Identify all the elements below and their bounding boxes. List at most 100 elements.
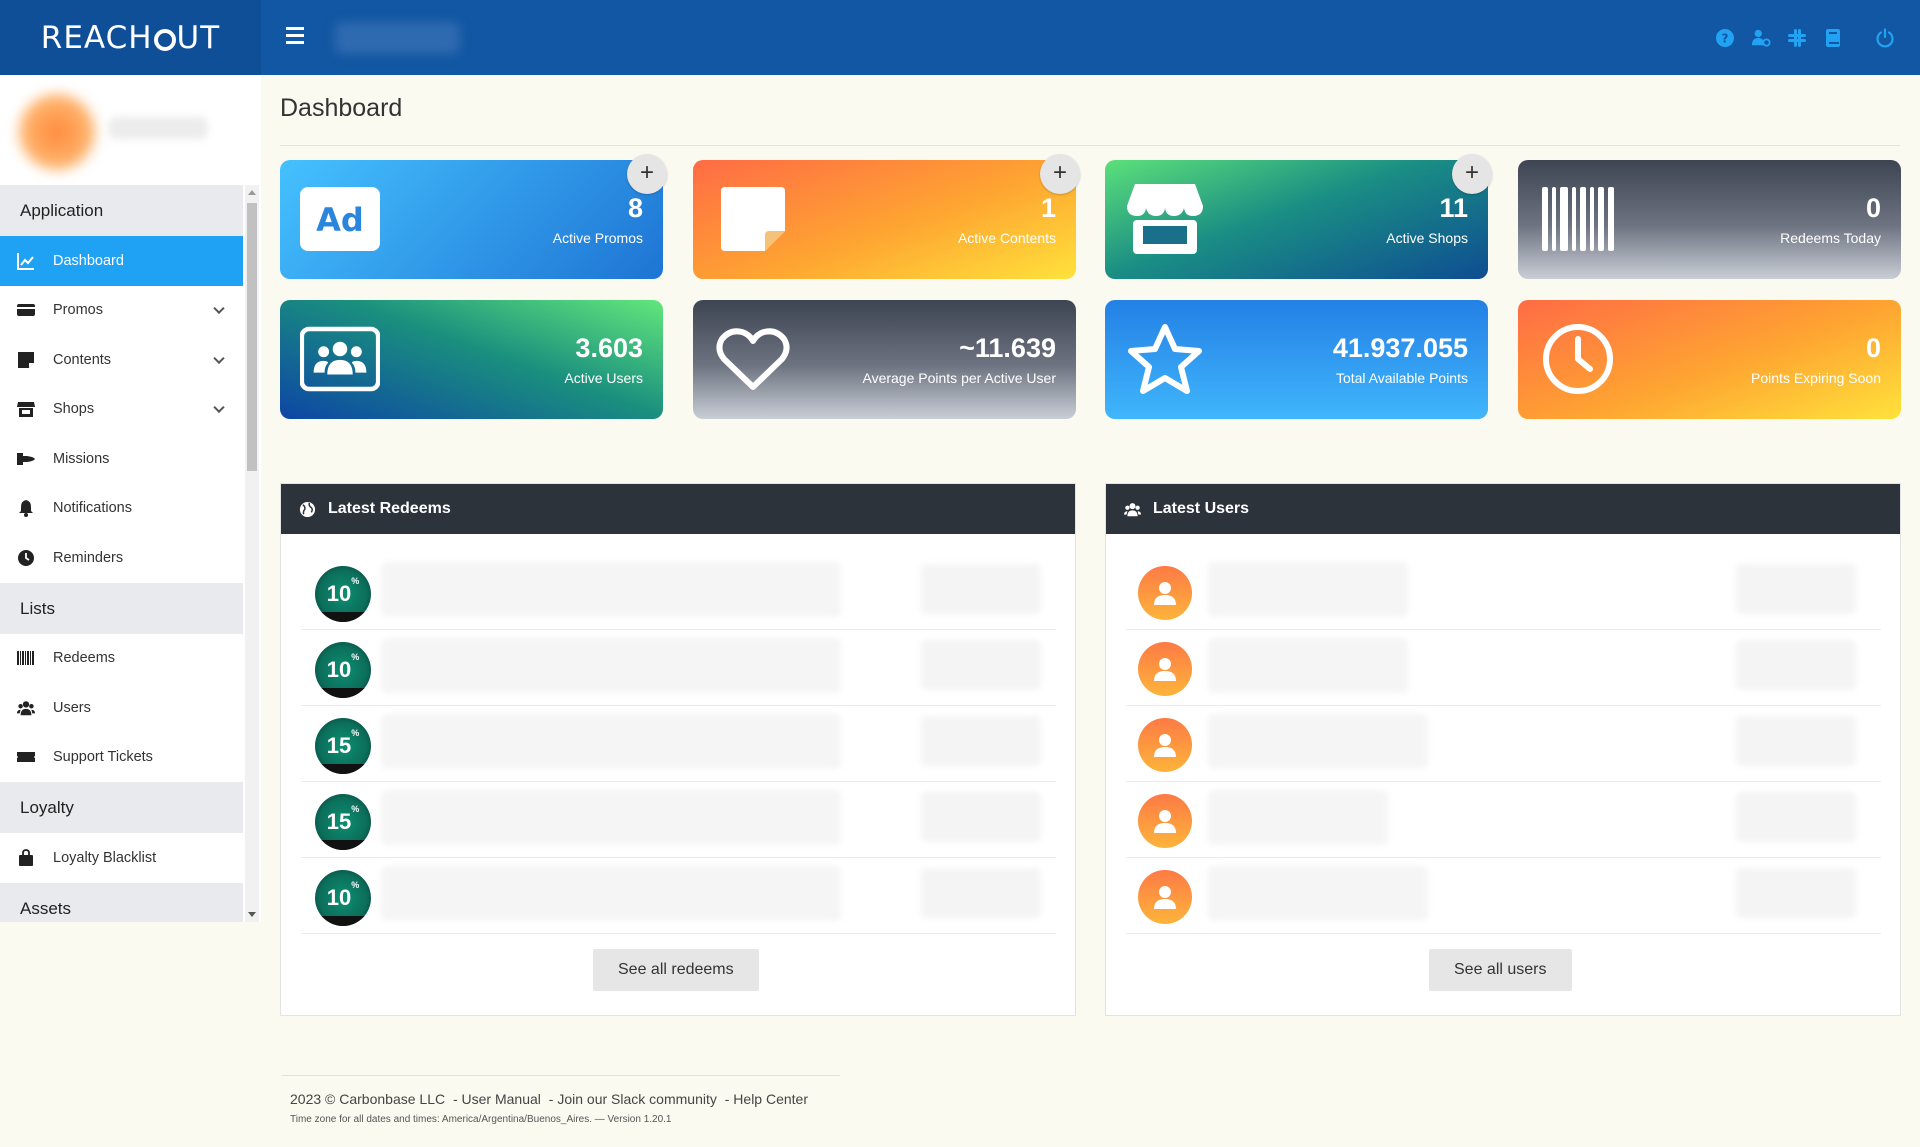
star-icon [1125,324,1205,394]
sidebar-item-redeems[interactable]: Redeems [0,634,243,684]
sidebar-item-loyalty-blacklist[interactable]: Loyalty Blacklist [0,833,243,883]
topbar-actions: ? [1700,0,1920,75]
users-icon [300,324,380,394]
sidebar-item-dashboard[interactable]: Dashboard [0,236,243,286]
list-item[interactable] [1126,858,1881,934]
coupon-discount: 10 [326,657,352,682]
brand-text-right: UT [176,19,221,56]
user-details [1208,638,1408,693]
stat-card-active-contents[interactable]: 1 Active Contents + [693,154,1080,279]
stat-label: Active Contents [957,230,1056,246]
section-lists: Lists [0,582,243,634]
bell-icon [16,499,36,518]
redeem-details [381,866,841,921]
footer-link-help-center[interactable]: - Help Center [725,1091,808,1107]
stat-card-redeems-today[interactable]: 0 Redeems Today [1518,160,1901,279]
sidebar-scrollbar[interactable] [245,185,259,922]
chevron-down-icon[interactable] [213,302,225,315]
scroll-down-icon[interactable] [248,912,256,917]
redeem-details [381,790,841,845]
see-all-redeems-button[interactable]: See all redeems [593,949,759,991]
user-date [1736,716,1856,766]
stat-label: Active Users [564,370,643,386]
user-date [1736,564,1856,614]
list-item[interactable] [1126,706,1881,782]
coupon-unit: % [351,728,360,738]
list-item[interactable]: 15% [301,782,1056,858]
sidebar: Application Dashboard Promos Contents Sh… [0,75,261,922]
scroll-up-icon[interactable] [248,190,256,195]
footer: 2023 © Carbonbase LLC - User Manual - Jo… [290,1091,812,1107]
stat-card-active-promos[interactable]: Ad 8 Active Promos + [280,154,667,279]
user-cog-icon[interactable] [1750,27,1772,49]
avatar [18,93,96,171]
sidebar-item-notifications[interactable]: Notifications [0,484,243,534]
stat-label: Average Points per Active User [862,370,1056,386]
coupon-discount: 15 [326,733,352,758]
sidebar-item-promos[interactable]: Promos [0,286,243,336]
stat-label: Redeems Today [1780,230,1881,246]
chevron-down-icon[interactable] [213,352,225,364]
stat-value: 0 [1865,333,1881,363]
stat-card-points-expiring[interactable]: 0 Points Expiring Soon [1518,300,1901,419]
sidebar-menu: Application Dashboard Promos Contents Sh… [0,185,261,922]
stat-value: ~11.639 [959,333,1056,363]
stat-card-total-points[interactable]: 41.937.055 Total Available Points [1105,300,1488,419]
panel-title: Latest Redeems [328,500,451,517]
add-promo-button[interactable]: + [627,154,667,194]
sidebar-item-label: Notifications [53,500,132,517]
sidebar-item-reminders[interactable]: Reminders [0,533,243,583]
sidebar-item-shops[interactable]: Shops [0,385,243,435]
coupon-unit: % [351,652,360,662]
sidebar-item-label: Redeems [53,650,116,667]
panel-title: Latest Users [1153,500,1250,517]
help-icon[interactable]: ? [1714,27,1736,49]
brand-logo[interactable]: REACH UT [0,0,261,75]
chevron-down-icon[interactable] [213,401,225,414]
stat-value: 41.937.055 [1332,333,1468,363]
logo-ring-icon [153,28,176,51]
user-details [1208,866,1428,921]
sidebar-item-label: Users [53,699,91,716]
footer-link-slack[interactable]: - Join our Slack community [549,1091,717,1107]
sidebar-item-contents[interactable]: Contents [0,335,243,385]
list-item[interactable]: 10% [301,630,1056,706]
power-icon[interactable] [1874,27,1896,49]
list-item[interactable] [1126,554,1881,630]
add-shop-button[interactable]: + [1452,154,1492,194]
sidebar-item-support-tickets[interactable]: Support Tickets [0,733,243,783]
stat-card-active-users[interactable]: 3.603 Active Users [280,300,663,419]
organization-selector[interactable] [335,22,460,54]
user-profile[interactable] [0,75,261,185]
footer-divider [282,1075,840,1076]
users-icon [1124,502,1141,516]
sidebar-item-missions[interactable]: Missions [0,434,243,484]
stat-card-active-shops[interactable]: 11 Active Shops + [1105,154,1492,279]
stat-value: 0 [1865,193,1881,223]
add-content-button[interactable]: + [1040,154,1080,194]
coupon-image: 15% [315,718,371,774]
sidebar-item-label: Loyalty Blacklist [53,849,157,866]
list-item[interactable]: 10% [301,554,1056,630]
hamburger-menu-icon[interactable] [286,27,304,47]
top-navbar: REACH UT ? [0,0,1920,75]
see-all-users-button[interactable]: See all users [1429,949,1572,991]
sidebar-item-label: Dashboard [53,252,124,269]
footer-link-user-manual[interactable]: - User Manual [453,1091,541,1107]
book-icon[interactable] [1822,27,1844,49]
svg-text:?: ? [1722,31,1729,45]
sidebar-item-users[interactable]: Users [0,683,243,733]
shopping-bag-icon [16,848,36,867]
slack-icon[interactable] [1786,27,1808,49]
scrollbar-thumb[interactable] [247,203,257,471]
list-item[interactable] [1126,630,1881,706]
list-item[interactable]: 15% [301,706,1056,782]
footer-timezone: Time zone for all dates and times: Ameri… [290,1114,672,1125]
list-item[interactable]: 10% [301,858,1056,934]
user-date [1736,792,1856,842]
stat-value: 3.603 [575,333,643,363]
users-icon [16,699,36,717]
stat-card-average-points[interactable]: ~11.639 Average Points per Active User [693,300,1076,419]
list-item[interactable] [1126,782,1881,858]
footer-copyright: 2023 © Carbonbase LLC [290,1091,446,1107]
